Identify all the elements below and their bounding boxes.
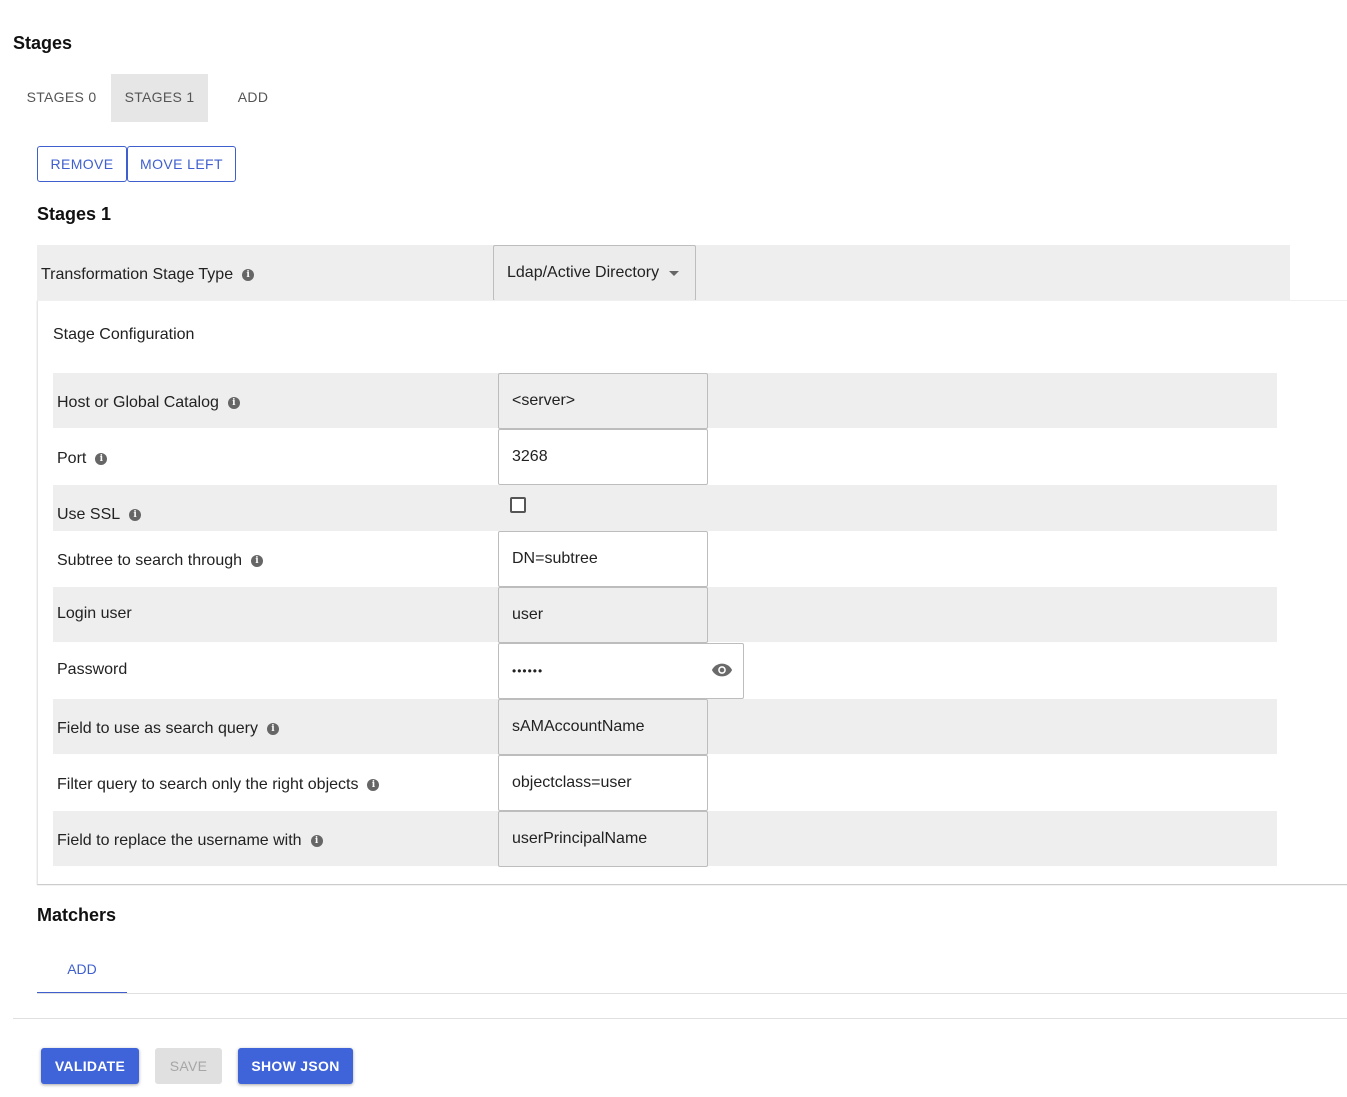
port-input-value: 3268 [512, 448, 548, 465]
footer-divider [13, 1018, 1347, 1019]
search-field-label: Field to use as search query [57, 720, 258, 737]
field-row-subtree: Subtree to search through i DN=subtree [53, 531, 1277, 587]
eye-icon[interactable] [711, 662, 733, 678]
host-label-wrap: Host or Global Catalog i [57, 394, 240, 412]
stage-type-value: Ldap/Active Directory [507, 264, 660, 281]
ssl-label: Use SSL [57, 506, 121, 523]
login-user-input[interactable]: user [498, 587, 708, 643]
replace-field-input[interactable]: userPrincipalName [498, 811, 708, 867]
filter-query-input[interactable]: objectclass=user [498, 755, 708, 811]
field-row-login: Login user user [53, 587, 1277, 643]
stage-heading: Stages 1 [37, 204, 112, 224]
host-input-value: <server> [512, 392, 576, 409]
ssl-label-wrap: Use SSL i [57, 506, 142, 524]
chevron-down-icon [669, 270, 680, 276]
info-icon[interactable]: i [242, 269, 255, 281]
subtree-label-wrap: Subtree to search through i [57, 552, 264, 570]
filter-label-wrap: Filter query to search only the right ob… [57, 776, 380, 794]
stage-type-label-wrap: Transformation Stage Type i [41, 266, 255, 284]
replace-label-wrap: Field to replace the username with i [57, 832, 323, 850]
info-icon[interactable]: i [267, 723, 279, 735]
login-label: Login user [57, 605, 132, 622]
host-label: Host or Global Catalog [57, 394, 219, 411]
login-label-wrap: Login user [57, 605, 132, 623]
info-icon[interactable]: i [95, 453, 108, 465]
port-input[interactable]: 3268 [498, 429, 708, 485]
save-button[interactable]: SAVE [155, 1048, 222, 1084]
subtree-input-value: DN=subtree [512, 550, 598, 567]
tab-stages-1[interactable]: STAGES 1 [111, 74, 208, 122]
show-json-button[interactable]: SHOW JSON [238, 1048, 353, 1084]
tab-add-stage[interactable]: ADD [211, 74, 295, 122]
field-row-filter: Filter query to search only the right ob… [53, 755, 1277, 811]
subtree-label: Subtree to search through [57, 552, 243, 569]
info-icon[interactable]: i [367, 779, 380, 791]
info-icon[interactable]: i [129, 509, 142, 521]
field-row-ssl: Use SSL i [53, 485, 1277, 531]
matchers-add-tab[interactable]: ADD [37, 950, 127, 994]
matchers-divider [37, 993, 1347, 994]
password-input[interactable]: •••••• [498, 643, 744, 699]
matchers-heading: Matchers [37, 905, 117, 925]
field-row-host: Host or Global Catalog i <server> [53, 373, 1277, 429]
stage-type-label: Transformation Stage Type [41, 266, 234, 283]
login-input-value: user [512, 606, 544, 623]
filter-input-value: objectclass=user [512, 774, 632, 791]
info-icon[interactable]: i [227, 397, 240, 409]
validate-button[interactable]: VALIDATE [41, 1048, 139, 1084]
field-row-password: Password •••••• [53, 643, 1277, 699]
page-title: Stages [13, 33, 73, 53]
password-label: Password [57, 661, 128, 678]
stage-type-select[interactable]: Ldap/Active Directory [493, 245, 696, 301]
filter-label: Filter query to search only the right ob… [57, 776, 359, 793]
field-row-search-field: Field to use as search query i sAMAccoun… [53, 699, 1277, 755]
search-field-label-wrap: Field to use as search query i [57, 720, 279, 738]
field-row-replace: Field to replace the username with i use… [53, 811, 1277, 867]
host-input[interactable]: <server> [498, 373, 708, 429]
move-left-button[interactable]: MOVE LEFT [127, 146, 236, 182]
stage-configuration-title: Stage Configuration [53, 326, 195, 343]
replace-label: Field to replace the username with [57, 832, 302, 849]
remove-button[interactable]: REMOVE [37, 146, 127, 182]
password-label-wrap: Password [57, 661, 127, 679]
field-row-port: Port i 3268 [53, 429, 1277, 485]
subtree-input[interactable]: DN=subtree [498, 531, 708, 587]
info-icon[interactable]: i [251, 555, 264, 567]
use-ssl-checkbox[interactable] [510, 497, 526, 513]
search-field-input-value: sAMAccountName [512, 718, 645, 735]
port-label: Port [57, 450, 87, 467]
password-input-value: •••••• [512, 664, 544, 678]
search-field-input[interactable]: sAMAccountName [498, 699, 708, 755]
info-icon[interactable]: i [310, 835, 323, 847]
tab-stages-0[interactable]: STAGES 0 [13, 74, 110, 122]
replace-input-value: userPrincipalName [512, 830, 648, 847]
port-label-wrap: Port i [57, 450, 108, 468]
